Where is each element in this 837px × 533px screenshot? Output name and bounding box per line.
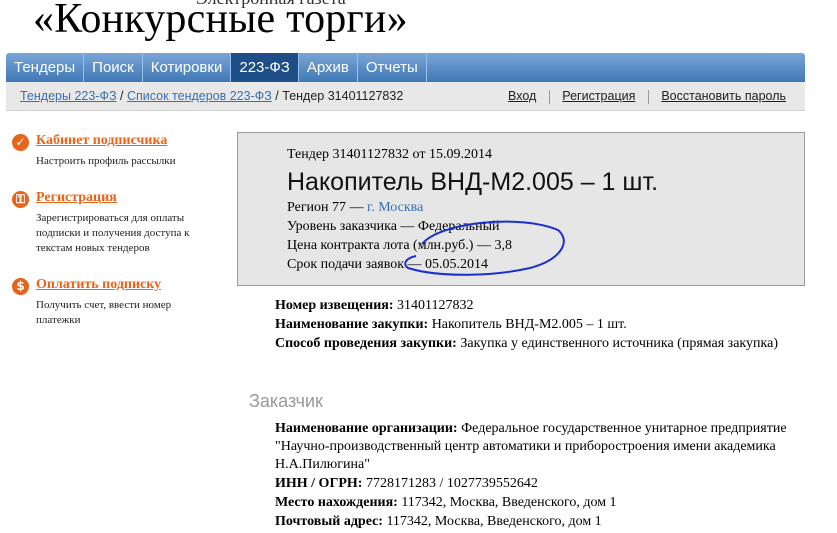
tender-region: Регион 77 — г. Москва: [287, 198, 658, 217]
region-prefix: Регион 77 —: [287, 200, 364, 215]
postal-address-row: Почтовый адрес: 117342, Москва, Введенск…: [275, 513, 795, 531]
key-icon: ⚿: [12, 191, 29, 208]
breadcrumb-separator: /: [275, 89, 279, 103]
auth-divider: [548, 89, 550, 104]
tab-quotes[interactable]: Котировки: [143, 53, 232, 82]
breadcrumb-link-tender-list[interactable]: Список тендеров 223-ФЗ: [127, 89, 272, 103]
tab-search[interactable]: Поиск: [84, 53, 143, 82]
restore-password-link[interactable]: Восстановить пароль: [661, 89, 786, 103]
tab-tenders[interactable]: Тендеры: [6, 53, 85, 82]
org-name-label: Наименование организации:: [275, 421, 458, 436]
purchase-name-value: Накопитель ВНД-М2.005 – 1 шт.: [431, 317, 627, 332]
purchase-method-value: Закупка у единственного источника (пряма…: [460, 336, 778, 351]
customer-level: Уровень заказчика — Федеральный: [287, 219, 500, 234]
customer-details: Наименование организации: Федеральное го…: [275, 420, 795, 532]
purchase-method-row: Способ проведения закупки: Закупка у еди…: [275, 335, 795, 353]
breadcrumb-link-tenders-223[interactable]: Тендеры 223-ФЗ: [20, 89, 117, 103]
postal-address-value: 117342, Москва, Введенского, дом 1: [386, 514, 602, 529]
tab-223fz[interactable]: 223-ФЗ: [231, 53, 299, 82]
location-value: 117342, Москва, Введенского, дом 1: [401, 495, 617, 510]
auth-divider: [647, 89, 649, 104]
notice-number-value: 31401127832: [397, 298, 474, 313]
sidebar-desc-cabinet: Настроить профиль рассылки: [36, 155, 176, 167]
tender-details: Номер извещения: 31401127832 Наименовани…: [275, 297, 795, 354]
tender-number-date: Тендер 31401127832 от 15.09.2014: [287, 147, 492, 162]
breadcrumb: Тендеры 223-ФЗ / Список тендеров 223-ФЗ …: [20, 89, 403, 103]
breadcrumb-bar: Тендеры 223-ФЗ / Список тендеров 223-ФЗ …: [6, 82, 805, 111]
main-nav: Тендеры Поиск Котировки 223-ФЗ Архив Отч…: [6, 53, 805, 82]
check-icon: ✓: [12, 134, 29, 151]
purchase-name-label: Наименование закупки:: [275, 317, 429, 332]
login-link[interactable]: Вход: [508, 89, 536, 103]
tab-archive[interactable]: Архив: [299, 53, 358, 82]
breadcrumb-separator: /: [120, 89, 124, 103]
inn-ogrn-label: ИНН / ОГРН:: [275, 476, 363, 491]
submission-deadline: Срок подачи заявок — 05.05.2014: [287, 257, 489, 272]
tender-title: Накопитель ВНД-М2.005 – 1 шт.: [287, 168, 659, 196]
register-link[interactable]: Регистрация: [562, 89, 635, 103]
contract-price: Цена контракта лота (млн.руб.) — 3,8: [287, 238, 512, 253]
notice-number-row: Номер извещения: 31401127832: [275, 297, 795, 315]
inn-ogrn-value: 7728171283 / 1027739552642: [365, 476, 538, 491]
org-name-row: Наименование организации: Федеральное го…: [275, 420, 795, 474]
sidebar-link-payment[interactable]: Оплатить подписку: [36, 277, 161, 293]
inn-ogrn-row: ИНН / ОГРН: 7728171283 / 1027739552642: [275, 475, 795, 493]
purchase-method-label: Способ проведения закупки:: [275, 336, 457, 351]
notice-number-label: Номер извещения:: [275, 298, 394, 313]
auth-links: Вход Регистрация Восстановить пароль: [508, 89, 786, 104]
location-label: Место нахождения:: [275, 495, 398, 510]
purchase-name-row: Наименование закупки: Накопитель ВНД-М2.…: [275, 316, 795, 334]
sidebar-desc-payment: Получить счет, ввести номер платежки: [36, 299, 172, 326]
dollar-icon: $: [12, 278, 29, 295]
customer-heading: Заказчик: [249, 391, 323, 411]
sidebar-link-cabinet[interactable]: Кабинет подписчика: [36, 133, 167, 149]
breadcrumb-current: Тендер 31401127832: [282, 89, 404, 103]
sidebar-link-registration[interactable]: Регистрация: [36, 190, 117, 206]
site-logo-title[interactable]: «Конкурсные торги»: [33, 0, 408, 44]
location-row: Место нахождения: 117342, Москва, Введен…: [275, 494, 795, 512]
postal-address-label: Почтовый адрес:: [275, 514, 383, 529]
sidebar-desc-registration: Зарегистрироваться для оплаты подписки и…: [36, 212, 190, 254]
tender-summary-box: Тендер 31401127832 от 15.09.2014 Накопит…: [237, 132, 805, 286]
tab-reports[interactable]: Отчеты: [358, 53, 427, 82]
region-link[interactable]: г. Москва: [367, 200, 423, 215]
